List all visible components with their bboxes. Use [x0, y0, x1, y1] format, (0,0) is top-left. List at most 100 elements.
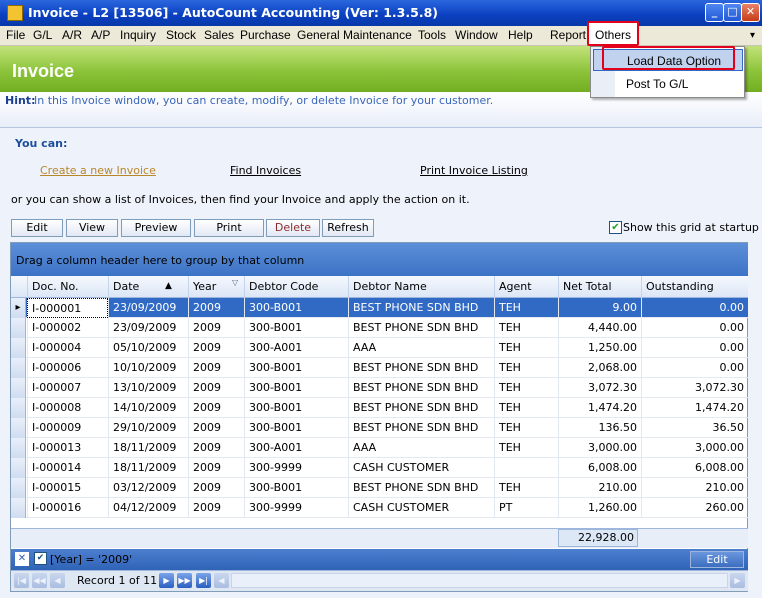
cell-doc-no[interactable]: I-000006	[27, 358, 108, 378]
cell-year[interactable]: 2009	[188, 398, 244, 418]
col-header-debtor-name[interactable]: Debtor Name	[348, 276, 494, 298]
cell-doc-no[interactable]: I-000004	[27, 338, 108, 358]
row-indicator[interactable]	[11, 338, 26, 358]
table-row[interactable]: I-000013 18/11/2009 2009 300-A001 AAA TEH 3,00…	[11, 438, 748, 458]
cell-outstanding[interactable]: 3,072.30	[641, 378, 748, 398]
menu-gl[interactable]: G/L	[33, 28, 52, 44]
table-row[interactable]: I-000015 03/12/2009 2009 300-B001 BEST PHONE…	[11, 478, 748, 498]
cell-year[interactable]: 2009	[188, 498, 244, 518]
cell-debtor-code[interactable]: 300-B001	[244, 318, 348, 338]
cell-net-total[interactable]: 210.00	[558, 478, 641, 498]
cell-agent[interactable]: TEH	[494, 438, 558, 458]
cell-doc-no[interactable]: I-000009	[27, 418, 108, 438]
prev-record-icon[interactable]: ◀	[50, 573, 65, 588]
table-row[interactable]: ▸ I-000001 23/09/2009 2009 300-B001 BEST PHON…	[11, 298, 748, 318]
col-header-outstanding[interactable]: Outstanding	[641, 276, 748, 298]
preview-button[interactable]: Preview	[121, 219, 191, 237]
cell-net-total[interactable]: 2,068.00	[558, 358, 641, 378]
cell-date[interactable]: 13/10/2009	[108, 378, 188, 398]
cell-debtor-name[interactable]: BEST PHONE SDN BHD	[348, 398, 494, 418]
cell-debtor-code[interactable]: 300-9999	[244, 498, 348, 518]
cell-date[interactable]: 23/09/2009	[108, 318, 188, 338]
col-header-agent[interactable]: Agent	[494, 276, 558, 298]
view-button[interactable]: View	[66, 219, 118, 237]
row-indicator[interactable]	[11, 358, 26, 378]
cell-doc-no[interactable]: I-000001	[27, 298, 108, 318]
menu-help[interactable]: Help	[508, 28, 533, 44]
cell-debtor-name[interactable]: BEST PHONE SDN BHD	[348, 318, 494, 338]
cell-outstanding[interactable]: 3,000.00	[641, 438, 748, 458]
cell-outstanding[interactable]: 210.00	[641, 478, 748, 498]
menu-ap[interactable]: A/P	[91, 28, 110, 44]
cell-debtor-code[interactable]: 300-B001	[244, 398, 348, 418]
refresh-button[interactable]: Refresh	[322, 219, 374, 237]
cell-net-total[interactable]: 136.50	[558, 418, 641, 438]
cell-outstanding[interactable]: 0.00	[641, 298, 748, 318]
cell-debtor-name[interactable]: BEST PHONE SDN BHD	[348, 378, 494, 398]
cell-date[interactable]: 10/10/2009	[108, 358, 188, 378]
cell-agent[interactable]: TEH	[494, 338, 558, 358]
row-indicator[interactable]	[11, 458, 26, 478]
cell-agent[interactable]: TEH	[494, 358, 558, 378]
find-invoices-link[interactable]: Find Invoices	[230, 164, 301, 177]
menu-report[interactable]: Report	[550, 28, 586, 44]
maximize-button[interactable]: □	[723, 3, 742, 22]
table-row[interactable]: I-000008 14/10/2009 2009 300-B001 BEST PHONE…	[11, 398, 748, 418]
menu-others[interactable]: Others	[595, 28, 631, 44]
cell-debtor-code[interactable]: 300-9999	[244, 458, 348, 478]
create-invoice-link[interactable]: Create a new Invoice	[40, 164, 156, 177]
edit-button[interactable]: Edit	[11, 219, 63, 237]
mdi-close-icon[interactable]: ▾	[750, 30, 755, 41]
menu-tools[interactable]: Tools	[418, 28, 446, 44]
menu-general-maintenance[interactable]: General Maintenance	[297, 28, 412, 44]
cell-debtor-name[interactable]: CASH CUSTOMER	[348, 498, 494, 518]
cell-agent[interactable]: TEH	[494, 378, 558, 398]
col-header-date[interactable]: Date	[108, 276, 188, 298]
next-record-icon[interactable]: ▶	[159, 573, 174, 588]
cell-year[interactable]: 2009	[188, 458, 244, 478]
cell-agent[interactable]: TEH	[494, 318, 558, 338]
menu-purchase[interactable]: Purchase	[240, 28, 291, 44]
table-row[interactable]: I-000006 10/10/2009 2009 300-B001 BEST PHONE…	[11, 358, 748, 378]
cell-doc-no[interactable]: I-000008	[27, 398, 108, 418]
col-header-debtor-code[interactable]: Debtor Code	[244, 276, 348, 298]
show-grid-checkbox[interactable]: ✔	[609, 221, 622, 234]
print-button[interactable]: Print	[194, 219, 264, 237]
cell-net-total[interactable]: 6,008.00	[558, 458, 641, 478]
cell-debtor-code[interactable]: 300-A001	[244, 438, 348, 458]
cell-agent[interactable]	[494, 458, 558, 478]
table-row[interactable]: I-000014 18/11/2009 2009 300-9999 CASH CUSTO…	[11, 458, 748, 478]
current-row-indicator[interactable]: ▸	[11, 298, 26, 318]
cell-agent[interactable]: TEH	[494, 398, 558, 418]
cell-date[interactable]: 14/10/2009	[108, 398, 188, 418]
cell-date[interactable]: 04/12/2009	[108, 498, 188, 518]
cell-doc-no[interactable]: I-000015	[27, 478, 108, 498]
next-page-icon[interactable]: ▶▶	[177, 573, 192, 588]
cell-agent[interactable]: TEH	[494, 478, 558, 498]
row-indicator[interactable]	[11, 498, 26, 518]
table-row[interactable]: I-000002 23/09/2009 2009 300-B001 BEST PHONE…	[11, 318, 748, 338]
scroll-left-icon[interactable]: ◀	[214, 573, 229, 588]
cell-agent[interactable]: PT	[494, 498, 558, 518]
cell-net-total[interactable]: 1,250.00	[558, 338, 641, 358]
cell-net-total[interactable]: 3,000.00	[558, 438, 641, 458]
table-row[interactable]: I-000009 29/10/2009 2009 300-B001 BEST PHONE…	[11, 418, 748, 438]
cell-doc-no[interactable]: I-000002	[27, 318, 108, 338]
row-indicator[interactable]	[11, 438, 26, 458]
cell-net-total[interactable]: 1,260.00	[558, 498, 641, 518]
col-header-doc-no[interactable]: Doc. No.	[27, 276, 108, 298]
row-indicator[interactable]	[11, 378, 26, 398]
print-listing-link[interactable]: Print Invoice Listing	[420, 164, 528, 177]
cell-outstanding[interactable]: 0.00	[641, 318, 748, 338]
cell-debtor-code[interactable]: 300-A001	[244, 338, 348, 358]
row-indicator[interactable]	[11, 478, 26, 498]
cell-doc-no[interactable]: I-000013	[27, 438, 108, 458]
first-record-icon[interactable]: |◀	[14, 573, 29, 588]
cell-year[interactable]: 2009	[188, 318, 244, 338]
cell-year[interactable]: 2009	[188, 358, 244, 378]
cell-debtor-name[interactable]: BEST PHONE SDN BHD	[348, 358, 494, 378]
menu-stock[interactable]: Stock	[166, 28, 196, 44]
cell-debtor-name[interactable]: BEST PHONE SDN BHD	[348, 298, 494, 318]
scroll-right-icon[interactable]: ▶	[730, 573, 745, 588]
menu-inquiry[interactable]: Inquiry	[120, 28, 156, 44]
